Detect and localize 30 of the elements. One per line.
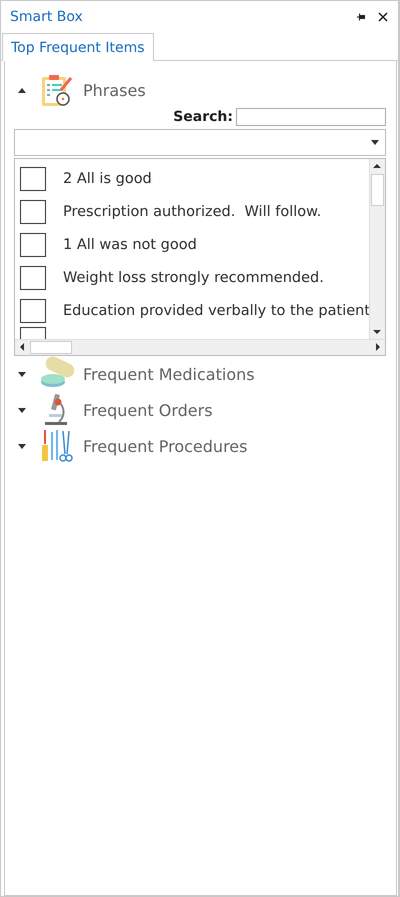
pin-icon[interactable] <box>356 12 366 22</box>
checkbox[interactable] <box>20 298 46 322</box>
expand-caret-icon[interactable] <box>18 372 26 376</box>
collapse-caret-icon[interactable] <box>18 88 26 92</box>
phrase-item[interactable]: Weight loss strongly recommended. <box>63 270 324 286</box>
checkbox[interactable] <box>20 166 46 190</box>
checkbox[interactable] <box>20 200 46 224</box>
checkbox[interactable] <box>20 232 46 256</box>
search-label: Search: <box>173 109 233 125</box>
close-icon[interactable] <box>378 12 388 22</box>
window-title: Smart Box <box>10 9 84 25</box>
section-title[interactable]: Phrases <box>83 80 146 100</box>
search-field[interactable] <box>236 108 386 126</box>
horizontal-scrollbar[interactable] <box>15 339 385 355</box>
tab[interactable]: Top Frequent Items <box>2 33 154 61</box>
expand-caret-icon[interactable] <box>18 408 26 412</box>
section-title[interactable]: Frequent Medications <box>83 364 255 384</box>
clipboard-icon <box>39 72 75 108</box>
dropdown-caret-icon <box>371 140 379 145</box>
scroll-thumb[interactable] <box>30 341 72 354</box>
phrase-item[interactable]: 2 All is good <box>63 170 152 186</box>
section-title[interactable]: Frequent Procedures <box>83 436 248 456</box>
scroll-thumb[interactable] <box>371 174 384 206</box>
phrase-item[interactable]: 1 All was not good <box>63 236 197 252</box>
vertical-scrollbar[interactable] <box>369 159 385 339</box>
surgical-tools-icon <box>39 428 75 464</box>
expand-caret-icon[interactable] <box>18 444 26 448</box>
section-title[interactable]: Frequent Orders <box>83 400 213 420</box>
phrase-item[interactable]: Prescription authorized. Will follow. <box>63 204 322 220</box>
checkbox[interactable] <box>20 266 46 290</box>
